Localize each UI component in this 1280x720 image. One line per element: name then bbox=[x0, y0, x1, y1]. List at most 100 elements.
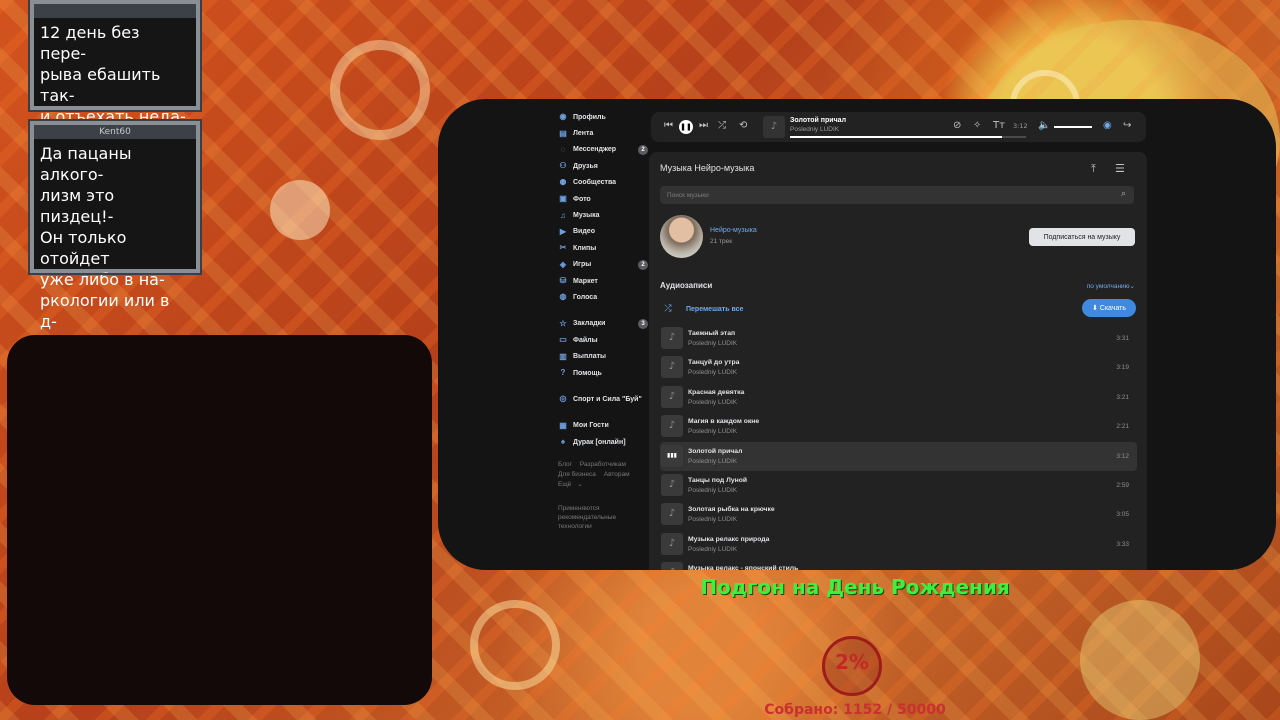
track-duration: 2:21 bbox=[1116, 423, 1129, 431]
footer-note: Применяются рекомендательные технологии bbox=[558, 505, 617, 531]
track-artist[interactable]: Posledniy LUDIK bbox=[688, 546, 737, 553]
user-icon: ◉ bbox=[559, 112, 567, 122]
sidebar-item[interactable]: ⛁ Маркет bbox=[558, 273, 648, 289]
volume-slider[interactable] bbox=[1054, 126, 1092, 128]
music-note-icon[interactable]: ♪ bbox=[661, 356, 683, 379]
sidebar-item[interactable]: ⚉ Сообщества bbox=[558, 175, 648, 191]
track-artist[interactable]: Posledniy LUDIK bbox=[688, 399, 737, 406]
music-note-icon[interactable]: ♪ bbox=[661, 562, 683, 570]
sidebar-item[interactable]: ▥ Выплаты bbox=[558, 348, 648, 364]
sidebar-item[interactable]: ▦ Мои Гости bbox=[558, 418, 648, 434]
equalizer-icon[interactable]: ▮▮▮ bbox=[661, 444, 683, 467]
download-button[interactable]: ⬇ Скачать bbox=[1082, 299, 1136, 317]
music-note-icon[interactable]: ♪ bbox=[661, 385, 683, 408]
payments-icon: ▥ bbox=[559, 351, 567, 361]
track-row[interactable]: ♪ Золотая рыбка на крючке Posledniy LUDIK 3… bbox=[660, 500, 1137, 529]
now-playing-artist[interactable]: Posledniy LUDIK bbox=[790, 126, 839, 133]
sidebar-item-label: Голоса bbox=[573, 293, 598, 301]
sidebar-item[interactable]: ◌ Мессенджер 2 bbox=[558, 142, 648, 158]
sidebar-item[interactable]: ✂ Клипы bbox=[558, 240, 648, 256]
search-input[interactable] bbox=[660, 186, 1102, 204]
track-row[interactable]: ♪ Таежный этап Posledniy LUDIK 3:31 bbox=[660, 324, 1137, 353]
music-note-icon[interactable]: ♪ bbox=[661, 473, 683, 496]
track-duration: 3:19 bbox=[1116, 364, 1129, 372]
track-row[interactable]: ♪ Танцуй до утра Posledniy LUDIK 3:19 bbox=[660, 353, 1137, 382]
playlist-add-icon[interactable]: ☰ bbox=[1115, 162, 1125, 175]
guests-icon: ▦ bbox=[559, 420, 567, 430]
music-note-icon[interactable]: ♪ bbox=[661, 503, 683, 526]
track-row[interactable]: ▮▮▮ Золотой причал Posledniy LUDIK 3:12 bbox=[660, 441, 1137, 471]
now-playing-title: Золотой причал bbox=[790, 117, 847, 124]
shuffle-icon[interactable]: ⤮ bbox=[718, 120, 726, 132]
sidebar-item[interactable]: ? Помощь bbox=[558, 365, 648, 381]
track-artist[interactable]: Posledniy LUDIK bbox=[688, 340, 737, 347]
footer-link[interactable]: Авторам bbox=[604, 471, 630, 478]
volume-icon[interactable]: 🔈 bbox=[1038, 120, 1050, 132]
music-icon: ♫ bbox=[560, 210, 566, 220]
goal-percent: 2% bbox=[835, 650, 869, 674]
sidebar-item-label: Выплаты bbox=[573, 353, 607, 361]
track-title: Золотой причал bbox=[688, 447, 743, 455]
previous-icon[interactable]: ⏮ bbox=[664, 120, 673, 132]
games-icon: ◈ bbox=[559, 259, 567, 269]
download-label: Скачать bbox=[1099, 305, 1127, 312]
track-artist[interactable]: Posledniy LUDIK bbox=[688, 369, 737, 376]
shuffle-all-button[interactable]: ⤮ Перемешать все bbox=[660, 301, 960, 317]
track-artist[interactable]: Posledniy LUDIK bbox=[688, 428, 737, 435]
cards-icon: ♠ bbox=[560, 437, 566, 447]
count-badge: 2 bbox=[638, 259, 648, 270]
sidebar-item[interactable]: ▣ Фото bbox=[558, 191, 648, 207]
subscribe-button[interactable]: Подписаться на музыку bbox=[1029, 228, 1135, 246]
music-note-icon[interactable]: ♪ bbox=[661, 532, 683, 555]
sidebar-item[interactable]: ◈ Игры 2 bbox=[558, 257, 648, 273]
track-artist[interactable]: Posledniy LUDIK bbox=[688, 487, 737, 494]
dislike-icon[interactable]: ⊘ bbox=[953, 120, 961, 132]
sidebar-item[interactable]: ▶ Видео bbox=[558, 224, 648, 240]
progress-bar[interactable] bbox=[790, 136, 1026, 138]
music-note-icon: ♪ bbox=[763, 116, 785, 138]
sidebar-item[interactable]: ♠ Дурак [онлайн] bbox=[558, 434, 648, 450]
track-title: Золотая рыбка на крючке bbox=[688, 506, 775, 514]
search-icon[interactable]: ⌕ bbox=[1121, 189, 1126, 199]
footer-link[interactable]: Ещё bbox=[558, 481, 571, 488]
sidebar-item[interactable]: ♫ Музыка bbox=[558, 207, 648, 223]
avatar[interactable] bbox=[660, 215, 703, 258]
track-row[interactable]: ♪ Магия в каждом окне Posledniy LUDIK 2:21 bbox=[660, 412, 1137, 441]
footer-link[interactable]: Разработчикам bbox=[580, 461, 626, 468]
chevron-down-icon: ⌄ bbox=[577, 481, 583, 489]
next-icon[interactable]: ⏭ bbox=[699, 120, 708, 132]
shuffle-icon: ⤮ bbox=[664, 304, 672, 314]
share-icon[interactable]: ↪ bbox=[1123, 120, 1131, 132]
music-note-icon[interactable]: ♪ bbox=[661, 415, 683, 438]
upload-icon[interactable]: ⤒ bbox=[1091, 162, 1096, 176]
section-title: Аудиозаписи bbox=[660, 281, 713, 290]
footer-link[interactable]: Для бизнеса bbox=[558, 471, 596, 478]
sidebar-item[interactable]: ⚇ Друзья bbox=[558, 158, 648, 174]
sidebar-item[interactable]: ◉ Профиль bbox=[558, 109, 648, 125]
track-title: Магия в каждом окне bbox=[688, 418, 760, 426]
broadcast-icon[interactable]: ◉ bbox=[1103, 120, 1112, 132]
pause-button[interactable]: ❚❚ bbox=[679, 120, 693, 134]
track-row[interactable]: ♪ Музыка релакс природа Posledniy LUDIK 3:3… bbox=[660, 530, 1137, 559]
lyrics-icon[interactable]: Tт bbox=[993, 120, 1005, 132]
track-row[interactable]: ♪ Красная девятка Posledniy LUDIK 3:21 bbox=[660, 383, 1137, 412]
sidebar-item-label: Музыка bbox=[573, 212, 600, 220]
chevron-down-icon: ⌄ bbox=[1129, 283, 1135, 290]
music-note-icon[interactable]: ♪ bbox=[661, 327, 683, 349]
sidebar-item[interactable]: ◍ Голоса bbox=[558, 289, 648, 305]
sidebar-item[interactable]: ◎ Спорт и Сила "Буй" bbox=[558, 391, 648, 407]
track-row[interactable]: ♪ Танцы под Луной Posledniy LUDIK 2:59 bbox=[660, 471, 1137, 500]
footer-link[interactable]: Блог bbox=[558, 461, 572, 468]
track-artist[interactable]: Posledniy LUDIK bbox=[688, 516, 737, 523]
sidebar-item[interactable]: ▭ Файлы bbox=[558, 332, 648, 348]
track-artist[interactable]: Posledniy LUDIK bbox=[688, 458, 737, 465]
playlist-owner-name[interactable]: Нейро-музыка bbox=[710, 227, 757, 234]
sort-dropdown[interactable]: по умолчанию⌄ bbox=[1087, 282, 1135, 290]
sidebar-item[interactable]: ▤ Лента bbox=[558, 125, 648, 141]
bookmark-icon: ☆ bbox=[559, 318, 567, 328]
chat-message-2: Kent60 Да пацаны алкого- лизм это пиздец… bbox=[28, 119, 202, 352]
track-row[interactable]: ♪ Музыка релакс - японский стиль bbox=[660, 559, 1137, 570]
sparkle-icon[interactable]: ✧ bbox=[973, 120, 981, 132]
repeat-icon[interactable]: ⟲ bbox=[739, 120, 747, 132]
sidebar-item[interactable]: ☆ Закладки 3 bbox=[558, 316, 648, 332]
